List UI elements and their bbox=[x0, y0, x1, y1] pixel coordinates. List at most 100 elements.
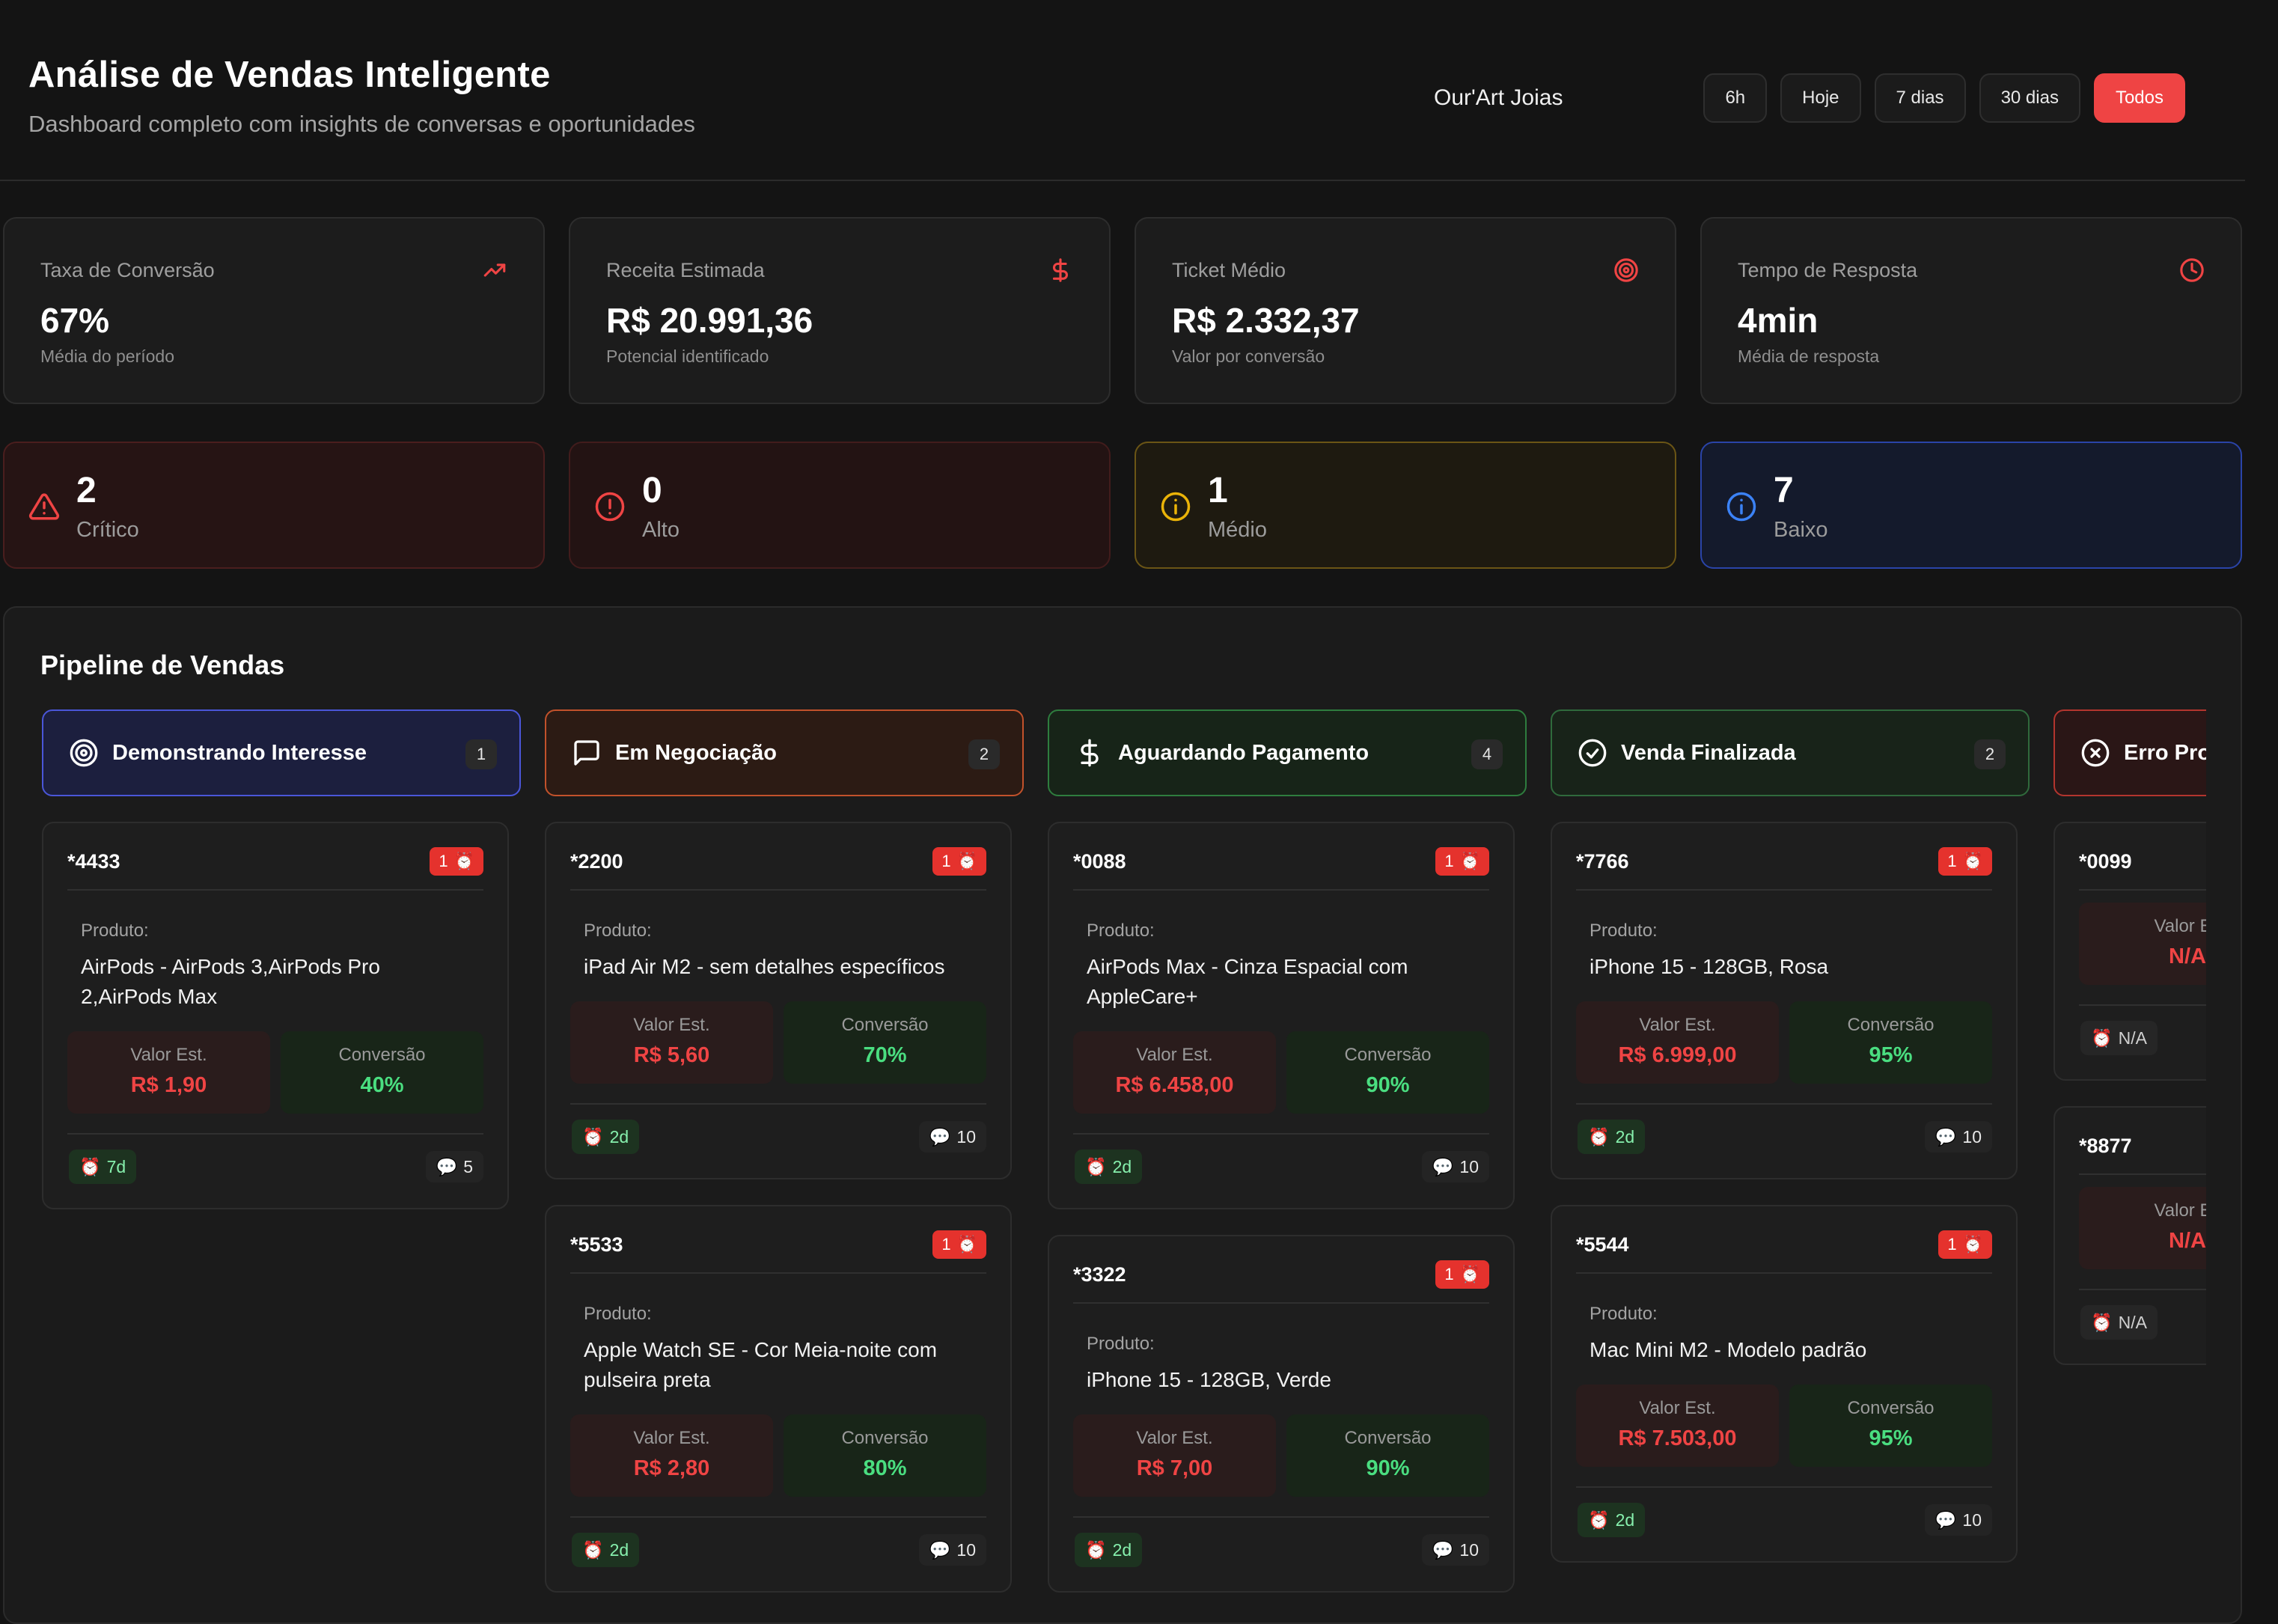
deal-card[interactable]: *0088 1 ⏰ Produto: AirPods Max - Cinza Es… bbox=[1048, 822, 1515, 1209]
chat-bubble-icon: 💬 bbox=[1935, 1509, 1957, 1530]
metric-label: Conversão bbox=[841, 1015, 929, 1035]
product-label: Produto: bbox=[81, 921, 149, 941]
time-badge: ⏰ 2d bbox=[572, 1120, 640, 1154]
badge-count: 1 bbox=[1947, 852, 1957, 870]
product-name: Apple Watch SE - Cor Meia-noite com puls… bbox=[584, 1338, 938, 1391]
kpi-value: 4min bbox=[1738, 301, 1819, 340]
metric-value: 90% bbox=[1366, 1073, 1410, 1097]
deal-card[interactable]: *5533 1 ⏰ Produto: Apple Watch SE - Cor M… bbox=[545, 1205, 1012, 1593]
priority-medium-card[interactable]: 1 Médio bbox=[1135, 442, 1676, 569]
kpi-average-ticket: Ticket Médio R$ 2.332,37 Valor por conve… bbox=[1135, 217, 1676, 404]
alarm-icon: ⏰ bbox=[454, 852, 474, 870]
column-title: Venda Finalizada bbox=[1621, 740, 1796, 765]
priority-badge: 1 ⏰ bbox=[1435, 1260, 1489, 1289]
conversion-rate: Conversão 90% bbox=[1286, 1414, 1489, 1497]
column-header[interactable]: Aguardando Pagamento 4 bbox=[1048, 709, 1527, 796]
range-6h-button[interactable]: 6h bbox=[1703, 73, 1768, 123]
time-range-selector: 6h Hoje 7 dias 30 dias Todos bbox=[1703, 73, 2185, 123]
priority-badge: 1 ⏰ bbox=[932, 1230, 986, 1259]
kpi-label: Receita Estimada bbox=[606, 259, 765, 281]
estimated-value: Valor Est. R$ 2,80 bbox=[570, 1414, 773, 1497]
deal-card[interactable]: *8877 Valor Es N/A ⏰N/A bbox=[2053, 1106, 2206, 1365]
priority-critical-card[interactable]: 2 Crítico bbox=[3, 442, 545, 569]
metric-label: Conversão bbox=[841, 1428, 929, 1448]
metric-value: R$ 6.458,00 bbox=[1115, 1073, 1234, 1097]
time-badge: ⏰ 2d bbox=[1578, 1120, 1646, 1154]
metric-value: 40% bbox=[360, 1073, 404, 1097]
estimated-value: Valor Es N/A bbox=[2079, 1187, 2206, 1269]
metric-label: Conversão bbox=[1847, 1015, 1935, 1035]
column-header[interactable]: Erro Pro bbox=[2053, 709, 2206, 796]
company-selector[interactable]: Our'Art Joias bbox=[1434, 85, 1563, 111]
estimated-value: Valor Est. R$ 7,00 bbox=[1073, 1414, 1276, 1497]
conversion-rate: Conversão 40% bbox=[281, 1031, 483, 1114]
badge-count: 1 bbox=[1444, 852, 1454, 870]
message-count: 💬 5 bbox=[425, 1151, 483, 1182]
product-label: Produto: bbox=[584, 1304, 652, 1324]
dollar-icon bbox=[1081, 739, 1099, 767]
estimated-value: Valor Est. R$ 6.458,00 bbox=[1073, 1031, 1276, 1114]
column-aguardando-pagamento: Aguardando Pagamento 4 *0088 1 ⏰ Produto:… bbox=[1048, 709, 1527, 1593]
column-count: 2 bbox=[1974, 739, 2006, 769]
priority-label: Alto bbox=[642, 518, 680, 542]
estimated-value: Valor Est. R$ 5,60 bbox=[570, 1001, 773, 1084]
time-badge: ⏰ 2d bbox=[572, 1533, 640, 1567]
priority-low-card[interactable]: 7 Baixo bbox=[1700, 442, 2242, 569]
conversion-rate: Conversão 70% bbox=[784, 1001, 986, 1084]
deal-card[interactable]: *3322 1 ⏰ Produto: iPhone 15 - 128GB, Ver… bbox=[1048, 1235, 1515, 1593]
target-icon bbox=[1614, 258, 1638, 282]
column-header[interactable]: Em Negociação 2 bbox=[545, 709, 1024, 796]
deal-card[interactable]: *5544 1 ⏰ Produto: Mac Mini M2 - Modelo p… bbox=[1551, 1205, 2018, 1563]
priority-badge: 1 ⏰ bbox=[932, 847, 986, 876]
kpi-row: Taxa de Conversão 67% Média do período R… bbox=[3, 217, 2242, 404]
alarm-icon: ⏰ bbox=[956, 852, 977, 870]
deal-card[interactable]: *2200 1 ⏰ Produto: iPad Air M2 - sem deta… bbox=[545, 822, 1012, 1179]
alarm-icon: ⏰ bbox=[582, 1539, 604, 1560]
header: Análise de Vendas Inteligente Dashboard … bbox=[0, 0, 2245, 181]
alarm-icon: ⏰ bbox=[1962, 852, 1983, 870]
badge-count: 1 bbox=[1947, 1235, 1957, 1254]
deal-card[interactable]: *7766 1 ⏰ Produto: iPhone 15 - 128GB, Ros… bbox=[1551, 822, 2018, 1179]
metric-label: Conversão bbox=[1847, 1398, 1935, 1418]
deal-card[interactable]: *4433 1 ⏰ Produto: AirPods - AirPods 3,Ai… bbox=[42, 822, 509, 1209]
conversion-rate: Conversão 90% bbox=[1286, 1031, 1489, 1114]
kpi-value: 67% bbox=[40, 301, 110, 340]
range-7d-button[interactable]: 7 dias bbox=[1874, 73, 1966, 123]
chat-bubble-icon: 💬 bbox=[929, 1539, 951, 1560]
check-circle-icon bbox=[1578, 739, 1607, 767]
metric-label: Valor Est. bbox=[633, 1428, 710, 1448]
deal-card[interactable]: *0099 Valor Es N/A ⏰N/A bbox=[2053, 822, 2206, 1081]
estimated-value: Valor Est. R$ 7.503,00 bbox=[1576, 1385, 1779, 1467]
column-demonstrando-interesse: Demonstrando Interesse 1 *4433 1 ⏰ Produt… bbox=[42, 709, 521, 1209]
dashboard-page: Análise de Vendas Inteligente Dashboard … bbox=[0, 0, 2278, 1624]
column-header[interactable]: Demonstrando Interesse 1 bbox=[42, 709, 521, 796]
dollar-icon bbox=[1052, 258, 1068, 282]
alarm-icon: ⏰ bbox=[2091, 1028, 2113, 1048]
kpi-subtitle: Valor por conversão bbox=[1172, 347, 1325, 366]
alert-triangle-icon bbox=[28, 493, 60, 520]
estimated-value: Valor Es N/A bbox=[2079, 903, 2206, 985]
conversion-rate: Conversão 95% bbox=[1789, 1001, 1992, 1084]
deal-id: *2200 bbox=[570, 850, 623, 873]
kpi-subtitle: Potencial identificado bbox=[606, 347, 769, 366]
metric-value: R$ 7.503,00 bbox=[1618, 1426, 1737, 1450]
alarm-icon: ⏰ bbox=[1459, 1265, 1480, 1283]
chat-bubble-icon: 💬 bbox=[929, 1126, 951, 1147]
time-badge: ⏰ 2d bbox=[1578, 1503, 1646, 1537]
range-all-button[interactable]: Todos bbox=[2093, 73, 2185, 123]
alarm-icon: ⏰ bbox=[1588, 1509, 1610, 1530]
column-header[interactable]: Venda Finalizada 2 bbox=[1551, 709, 2030, 796]
range-30d-button[interactable]: 30 dias bbox=[1979, 73, 2080, 123]
range-today-button[interactable]: Hoje bbox=[1780, 73, 1861, 123]
metric-value: R$ 7,00 bbox=[1136, 1456, 1213, 1480]
metric-label: Valor Est. bbox=[1136, 1428, 1213, 1448]
column-title: Em Negociação bbox=[615, 740, 777, 765]
kpi-label: Taxa de Conversão bbox=[40, 259, 215, 281]
alarm-icon: ⏰ bbox=[1588, 1126, 1610, 1147]
priority-row: 2 Crítico 0 Alto 1 Médio 7 Baixo bbox=[3, 442, 2242, 569]
product-label: Produto: bbox=[1087, 921, 1155, 941]
priority-high-card[interactable]: 0 Alto bbox=[569, 442, 1111, 569]
chat-bubble-icon: 💬 bbox=[1432, 1539, 1454, 1560]
kpi-value: R$ 20.991,36 bbox=[606, 301, 813, 340]
alarm-icon: ⏰ bbox=[1085, 1156, 1107, 1176]
